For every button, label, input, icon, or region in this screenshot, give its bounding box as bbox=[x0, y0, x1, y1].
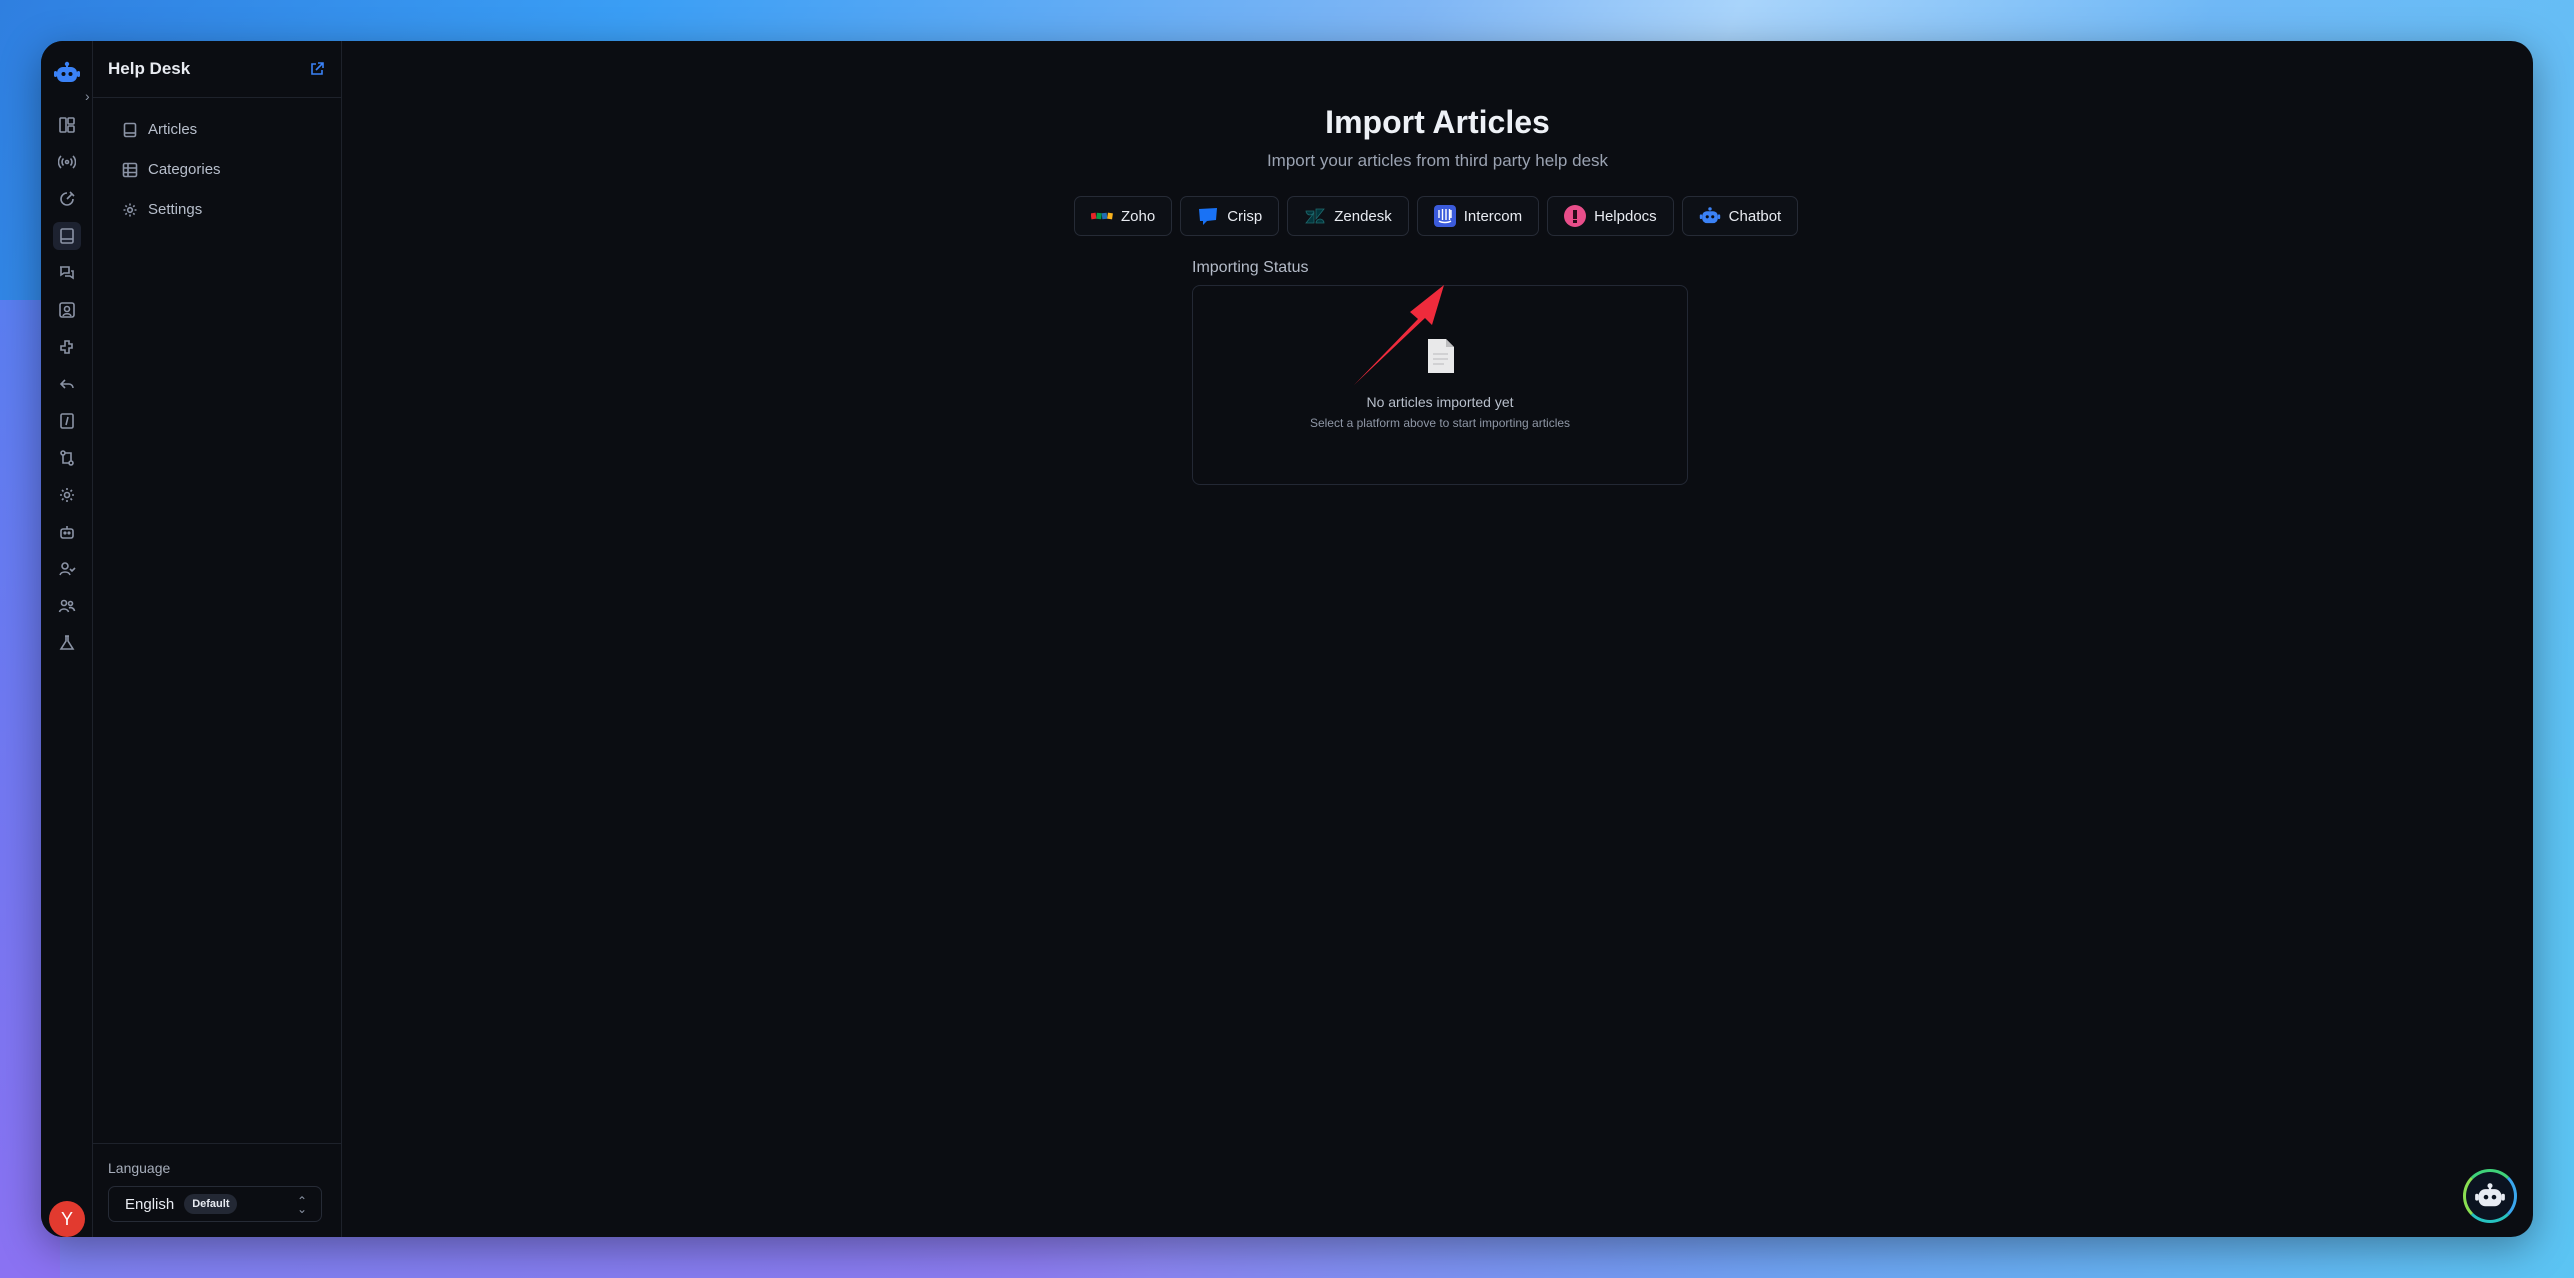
helpdocs-icon bbox=[1564, 205, 1587, 227]
chatbot-icon bbox=[1699, 205, 1721, 227]
user-avatar[interactable]: Y bbox=[49, 1201, 85, 1237]
book-icon bbox=[123, 122, 137, 137]
puzzle-icon[interactable] bbox=[53, 333, 81, 361]
workflow-icon[interactable] bbox=[53, 444, 81, 472]
provider-label: Zendesk bbox=[1334, 207, 1392, 225]
language-value: English bbox=[125, 1195, 175, 1213]
empty-state-title: No articles imported yet bbox=[1366, 394, 1514, 410]
provider-list: Zoho Crisp Zendesk Intercom Helpdocs Cha… bbox=[1074, 196, 1799, 236]
app-window: › Y Help Desk Articles Categories Settin… bbox=[41, 41, 2533, 1237]
flask-icon[interactable] bbox=[53, 629, 81, 657]
provider-label: Zoho bbox=[1121, 207, 1156, 225]
provider-label: Helpdocs bbox=[1594, 207, 1657, 225]
dashboard-icon[interactable] bbox=[53, 111, 81, 139]
file-icon[interactable] bbox=[53, 407, 81, 435]
gear-icon[interactable] bbox=[53, 481, 81, 509]
annotation-arrow-icon bbox=[1354, 285, 1444, 385]
sidebar-item-articles[interactable]: Articles bbox=[122, 121, 197, 138]
language-section: Language English Default ⌃ ⌄ bbox=[93, 1143, 341, 1237]
app-logo-icon[interactable] bbox=[53, 59, 81, 87]
contact-icon[interactable] bbox=[53, 296, 81, 324]
sidebar: Help Desk Articles Categories Settings L… bbox=[93, 41, 342, 1237]
zendesk-icon bbox=[1304, 205, 1326, 227]
sidebar-header: Help Desk bbox=[93, 41, 341, 98]
sidebar-title: Help Desk bbox=[108, 59, 191, 78]
zoho-button[interactable]: Zoho bbox=[1074, 196, 1173, 236]
page-subtitle: Import your articles from third party he… bbox=[1266, 151, 1609, 170]
user-check-icon[interactable] bbox=[53, 555, 81, 583]
gear-icon bbox=[123, 203, 137, 216]
sidebar-item-label: Settings bbox=[148, 201, 203, 218]
provider-label: Crisp bbox=[1227, 207, 1263, 225]
crisp-icon bbox=[1197, 205, 1219, 227]
broadcast-icon[interactable] bbox=[53, 148, 81, 176]
provider-label: Chatbot bbox=[1728, 207, 1782, 225]
sidebar-item-label: Categories bbox=[148, 161, 221, 178]
chatbot-launcher-button[interactable] bbox=[2463, 1169, 2517, 1223]
crisp-button[interactable]: Crisp bbox=[1180, 196, 1280, 236]
sidebar-item-label: Articles bbox=[148, 121, 198, 138]
chat-icon[interactable] bbox=[53, 259, 81, 287]
book-icon[interactable] bbox=[53, 222, 81, 250]
empty-state-subtitle: Select a platform above to start importi… bbox=[1309, 416, 1571, 430]
expand-chevron-icon[interactable]: › bbox=[85, 88, 90, 104]
intercom-button[interactable]: Intercom bbox=[1416, 196, 1540, 236]
language-label: Language bbox=[108, 1160, 171, 1176]
helpdocs-button[interactable]: Helpdocs bbox=[1547, 196, 1674, 236]
default-badge: Default bbox=[184, 1194, 238, 1214]
intercom-icon bbox=[1433, 205, 1456, 227]
robot-icon bbox=[2475, 1183, 2505, 1207]
bot-icon[interactable] bbox=[53, 518, 81, 546]
icon-rail: › Y bbox=[41, 41, 93, 1237]
provider-label: Intercom bbox=[1463, 207, 1523, 225]
inbox-icon[interactable] bbox=[53, 185, 81, 213]
reply-icon[interactable] bbox=[53, 370, 81, 398]
grid-icon bbox=[122, 162, 138, 177]
users-icon[interactable] bbox=[53, 592, 81, 620]
main-content: Import Articles Import your articles fro… bbox=[342, 41, 2533, 1237]
zoho-icon bbox=[1091, 205, 1113, 227]
sidebar-item-categories[interactable]: Categories bbox=[122, 161, 221, 178]
zendesk-button[interactable]: Zendesk bbox=[1287, 196, 1409, 236]
sidebar-item-settings[interactable]: Settings bbox=[122, 201, 202, 218]
page-title: Import Articles bbox=[1325, 104, 1550, 140]
external-link-icon[interactable] bbox=[309, 61, 325, 77]
chatbot-button[interactable]: Chatbot bbox=[1681, 196, 1799, 236]
chevron-up-down-icon: ⌃ ⌄ bbox=[296, 1194, 307, 1216]
importing-status-label: Importing Status bbox=[1192, 259, 1309, 276]
language-select[interactable]: English Default ⌃ ⌄ bbox=[108, 1186, 322, 1222]
